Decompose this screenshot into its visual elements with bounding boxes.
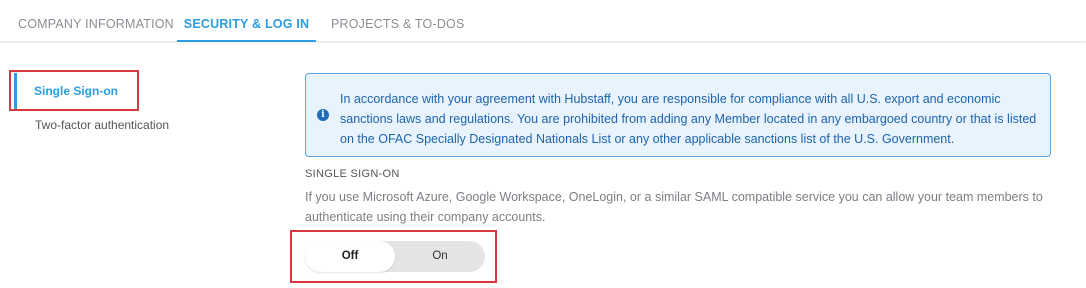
toggle-option-on[interactable]: On [395, 241, 485, 272]
section-title: SINGLE SIGN-ON [305, 168, 400, 180]
info-icon: i [317, 109, 329, 121]
tab-projects-to-dos[interactable]: PROJECTS & TO-DOS [331, 0, 465, 42]
sso-toggle[interactable]: Off On [305, 241, 485, 272]
compliance-notice-text: In accordance with your agreement with H… [340, 92, 1037, 146]
tab-security-log-in[interactable]: SECURITY & LOG IN [177, 0, 316, 42]
tab-company-information[interactable]: COMPANY INFORMATION [18, 0, 174, 42]
compliance-notice: i In accordance with your agreement with… [305, 73, 1051, 157]
sidebar-item-two-factor-authentication[interactable]: Two-factor authentication [35, 117, 169, 133]
toggle-option-off[interactable]: Off [305, 241, 395, 272]
section-description: If you use Microsoft Azure, Google Works… [305, 190, 1043, 224]
sidebar-item-single-sign-on[interactable]: Single Sign-on [14, 73, 134, 109]
tab-bar: COMPANY INFORMATION SECURITY & LOG IN PR… [0, 0, 1086, 42]
